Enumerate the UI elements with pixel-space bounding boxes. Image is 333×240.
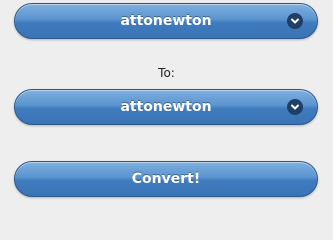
chevron-down-icon	[287, 13, 303, 29]
chevron-down-icon	[287, 99, 303, 115]
to-unit-select[interactable]: attonewton	[14, 89, 318, 125]
from-unit-select[interactable]: attonewton	[14, 3, 318, 39]
convert-button[interactable]: Convert!	[14, 161, 318, 197]
to-unit-selected-value: attonewton	[120, 99, 212, 115]
from-unit-selected-value: attonewton	[120, 13, 212, 29]
to-label: To:	[158, 66, 175, 80]
